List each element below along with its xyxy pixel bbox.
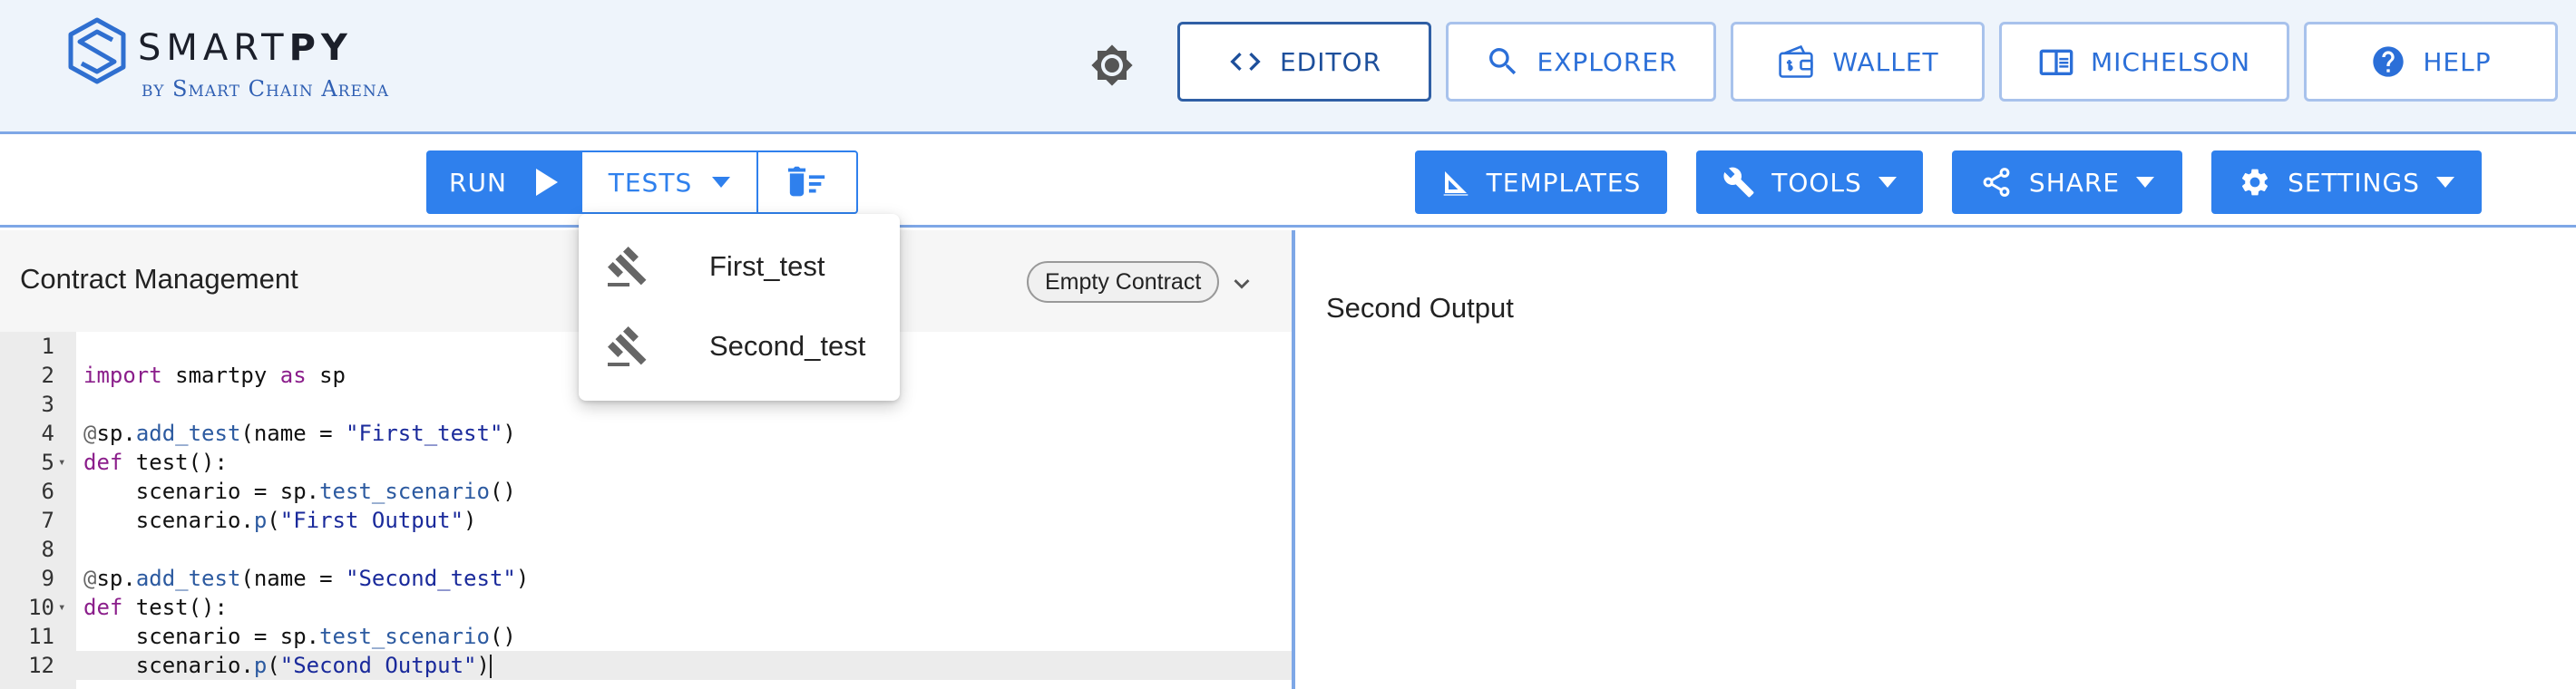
settings-label: SETTINGS <box>2288 167 2420 198</box>
code-line[interactable]: 10 ▾ def test(): <box>0 593 1292 622</box>
nav-editor-label: EDITOR <box>1279 46 1382 77</box>
tools-label: TOOLS <box>1771 167 1862 198</box>
run-label: RUN <box>449 167 507 198</box>
brand-name: SMARTPY <box>138 27 353 69</box>
nav-explorer-button[interactable]: EXPLORER <box>1446 22 1716 102</box>
nav-explorer-label: EXPLORER <box>1537 46 1678 77</box>
set-square-icon <box>1443 171 1469 196</box>
line-number: 12 <box>28 653 54 678</box>
settings-dropdown-button[interactable]: SETTINGS <box>2211 150 2482 214</box>
code-line-current[interactable]: 12 scenario.p("Second Output") <box>0 651 1292 680</box>
app-header: SMARTPY by Smart Chain Arena EDITOR EXPL… <box>0 0 2576 134</box>
share-icon <box>1983 168 2010 197</box>
editor-toolbar: RUN TESTS TEMPLATES TOOLS SHARE SETTINGS <box>0 137 2576 228</box>
contract-selector-chip[interactable]: Empty Contract <box>1027 261 1220 303</box>
line-number: 8 <box>41 537 54 562</box>
code-text: import smartpy as sp <box>83 363 346 388</box>
code-line[interactable]: 9 @sp.add_test(name = "Second_test") <box>0 564 1292 593</box>
gavel-icon <box>607 247 647 286</box>
output-text: Second Output <box>1326 292 1514 324</box>
fold-arrow-icon[interactable]: ▾ <box>58 448 73 477</box>
brightness-icon <box>1091 44 1133 86</box>
code-line[interactable]: 5 ▾ def test(): <box>0 448 1292 477</box>
nav-wallet-button[interactable]: WALLET <box>1731 22 1985 102</box>
code-text: scenario = sp.test_scenario() <box>83 624 516 649</box>
nav-wallet-label: WALLET <box>1832 46 1939 77</box>
line-number: 7 <box>41 508 54 533</box>
tests-menu-item-first[interactable]: First_test <box>579 227 900 306</box>
theme-toggle-button[interactable] <box>1085 38 1139 92</box>
code-text: scenario.p("First Output") <box>83 508 477 533</box>
run-button[interactable]: RUN <box>426 150 581 214</box>
chevron-down-icon[interactable] <box>1226 268 1257 299</box>
nav-michelson-button[interactable]: MICHELSON <box>1999 22 2289 102</box>
line-number: 5 <box>41 450 54 475</box>
help-icon <box>2373 46 2405 77</box>
caret-down-icon <box>2136 177 2155 188</box>
nav-michelson-label: MICHELSON <box>2090 46 2251 77</box>
code-text: def test(): <box>83 450 228 475</box>
nav-editor-button[interactable]: EDITOR <box>1177 22 1431 102</box>
tests-menu-item-label: First_test <box>709 250 825 282</box>
gear-icon <box>2242 169 2269 196</box>
fold-arrow-icon[interactable]: ▾ <box>58 593 73 622</box>
tools-dropdown-button[interactable]: TOOLS <box>1696 150 1923 214</box>
wrench-icon <box>1723 167 1754 198</box>
code-line[interactable]: 4 @sp.add_test(name = "First_test") <box>0 419 1292 448</box>
code-line[interactable]: 11 scenario = sp.test_scenario() <box>0 622 1292 651</box>
tests-label: TESTS <box>608 167 693 198</box>
clear-tests-button[interactable] <box>756 150 858 214</box>
code-icon <box>1230 53 1261 71</box>
code-line[interactable]: 7 scenario.p("First Output") <box>0 506 1292 535</box>
caret-down-icon <box>2435 177 2454 188</box>
share-label: SHARE <box>2028 167 2121 198</box>
line-number: 3 <box>41 392 54 417</box>
wallet-icon <box>1779 44 1814 78</box>
delete-sweep-icon <box>787 166 825 197</box>
michelson-book-icon <box>2039 49 2073 75</box>
text-cursor <box>489 655 492 678</box>
line-number: 4 <box>41 421 54 446</box>
code-text: @sp.add_test(name = "Second_test") <box>83 566 530 591</box>
code-line[interactable]: 8 <box>0 535 1292 564</box>
tests-menu-item-second[interactable]: Second_test <box>579 306 900 386</box>
tests-dropdown-button[interactable]: TESTS <box>581 150 758 214</box>
tests-dropdown-menu: First_test Second_test <box>579 214 900 401</box>
search-icon <box>1488 48 1516 75</box>
pane-title: Contract Management <box>20 263 298 295</box>
caret-down-icon <box>1878 177 1897 188</box>
nav-help-button[interactable]: HELP <box>2304 22 2558 102</box>
smartpy-logo-icon <box>68 17 126 84</box>
output-pane: Second Output <box>1299 230 2576 689</box>
line-number: 6 <box>41 479 54 504</box>
share-dropdown-button[interactable]: SHARE <box>1952 150 2182 214</box>
code-line[interactable]: 6 scenario = sp.test_scenario() <box>0 477 1292 506</box>
line-number: 9 <box>41 566 54 591</box>
templates-label: TEMPLATES <box>1486 167 1642 198</box>
brand-tagline: by Smart Chain Arena <box>141 76 390 102</box>
line-number: 11 <box>28 624 54 649</box>
line-number: 1 <box>41 334 54 359</box>
caret-down-icon <box>712 177 731 188</box>
play-icon <box>535 169 558 196</box>
code-text: @sp.add_test(name = "First_test") <box>83 421 516 446</box>
code-text: def test(): <box>83 595 228 620</box>
gavel-icon <box>607 326 647 366</box>
line-number: 2 <box>41 363 54 388</box>
templates-button[interactable]: TEMPLATES <box>1415 150 1667 214</box>
line-number: 10 <box>28 595 54 620</box>
code-text: scenario.p("Second Output") <box>83 653 492 678</box>
tests-menu-item-label: Second_test <box>709 330 866 362</box>
code-text: scenario = sp.test_scenario() <box>83 479 516 504</box>
nav-help-label: HELP <box>2423 46 2492 77</box>
